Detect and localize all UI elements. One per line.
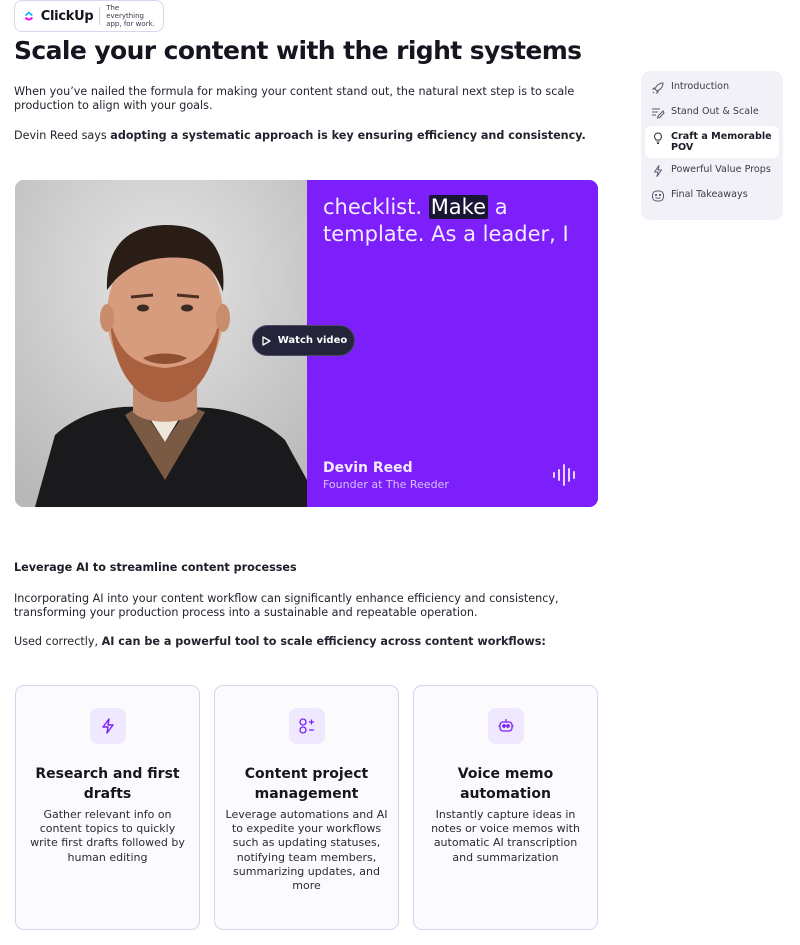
page-title: Scale your content with the right system… xyxy=(14,36,582,65)
used-bold: AI can be a powerful tool to scale effic… xyxy=(101,635,546,648)
card-title: Research and first drafts xyxy=(35,766,180,802)
logo-divider xyxy=(99,7,101,25)
speaker-name: Devin Reed xyxy=(323,460,413,476)
used-prefix: Used correctly, xyxy=(14,635,102,648)
caption-text-before: checklist. xyxy=(323,195,429,219)
chat-face-icon xyxy=(652,190,664,202)
quote-prefix: Devin Reed says xyxy=(14,129,111,142)
lightning-icon xyxy=(89,708,126,744)
watch-video-label: Watch video xyxy=(277,335,348,346)
quote-bold: adopting a systematic approach is key en… xyxy=(110,129,586,142)
toc-item-powerful-value-props[interactable]: Powerful Value Props xyxy=(645,159,779,183)
feature-card-voice-memo: Voice memo automation Instantly capture … xyxy=(413,685,598,930)
feature-card-research: Research and first drafts Gather relevan… xyxy=(15,685,200,930)
list-pen-icon xyxy=(652,108,665,119)
section-subheading: Leverage AI to streamline content proces… xyxy=(14,561,297,574)
logo-wordmark: ClickUp xyxy=(40,8,94,24)
toc-item-label: Introduction xyxy=(671,81,730,92)
video-caption: checklist. Make a template. As a leader,… xyxy=(323,194,593,248)
clickup-logo-icon xyxy=(24,11,34,21)
clickup-logo[interactable]: ClickUp The everything app, for work. xyxy=(14,0,164,32)
card-title: Voice memo automation xyxy=(457,766,554,802)
logo-tagline: The everything app, for work. xyxy=(106,4,155,28)
toc-item-label: Craft a Memorable POV xyxy=(671,131,772,153)
caption-highlight-word: Make xyxy=(428,195,489,219)
toc-item-introduction[interactable]: Introduction xyxy=(645,76,779,100)
robot-icon xyxy=(487,708,524,744)
audio-waveform-icon xyxy=(553,464,575,486)
toc-item-label: Stand Out & Scale xyxy=(671,106,759,117)
toc-item-label: Powerful Value Props xyxy=(671,164,771,175)
lightning-icon xyxy=(654,165,662,177)
intro-paragraph: When you’ve nailed the formula for makin… xyxy=(14,85,575,112)
card-title: Content project management xyxy=(244,766,369,802)
table-of-contents: Introduction Stand Out & Scale Craft a M… xyxy=(641,71,783,220)
toc-item-label: Final Takeaways xyxy=(671,189,748,200)
toc-item-craft-memorable-pov[interactable]: Craft a Memorable POV xyxy=(645,126,779,158)
used-paragraph: Used correctly, AI can be a powerful too… xyxy=(14,635,594,649)
card-text: Gather relevant info on content topics t… xyxy=(30,808,185,864)
shapes-plus-minus-icon xyxy=(288,708,325,744)
speaker-role: Founder at The Reeder xyxy=(323,478,449,491)
quote-paragraph: Devin Reed says adopting a systematic ap… xyxy=(14,129,594,143)
body-paragraph: Incorporating AI into your content workf… xyxy=(14,592,559,619)
toc-item-stand-out-scale[interactable]: Stand Out & Scale xyxy=(645,101,779,125)
rocket-icon xyxy=(651,82,664,95)
watch-video-button[interactable]: Watch video xyxy=(252,325,355,356)
feature-cards: Research and first drafts Gather relevan… xyxy=(15,685,599,930)
card-text: Instantly capture ideas in notes or voic… xyxy=(431,808,580,864)
play-icon xyxy=(262,335,271,346)
toc-item-final-takeaways[interactable]: Final Takeaways xyxy=(645,184,779,208)
feature-card-project-management: Content project management Leverage auto… xyxy=(214,685,399,930)
card-text: Leverage automations and AI to expedite … xyxy=(225,808,388,893)
lightbulb-icon xyxy=(653,132,663,144)
